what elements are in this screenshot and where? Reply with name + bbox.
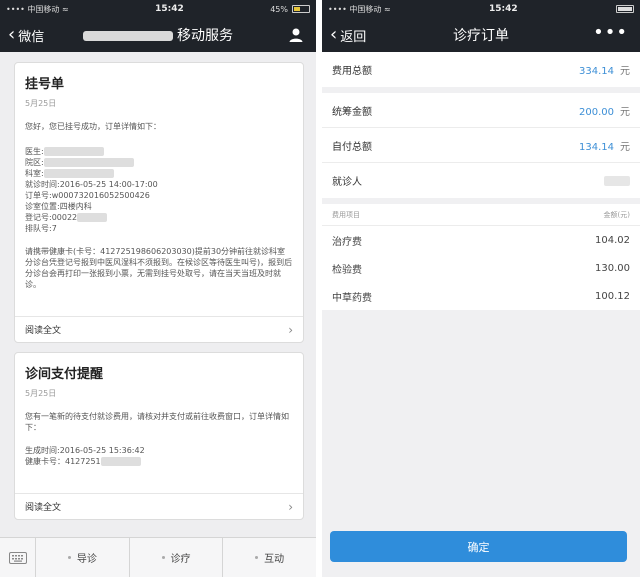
submenu-dot-icon [161, 556, 165, 559]
status-bar: •••• 中国移动 ≈ 15:42 [322, 0, 640, 18]
card-notice: 请携带健康卡(卡号：412725198606203030)提前30分钟前往就诊科… [25, 247, 293, 289]
user-icon[interactable] [288, 27, 304, 43]
fee-table-header: 费用项目 金额(元) [322, 204, 640, 226]
back-button[interactable]: ‹ 微信 [0, 26, 44, 45]
payment-reminder-card: 诊间支付提醒 5月25日 您有一笔新的待支付就诊费用，请核对并支付或前往收费窗口… [14, 352, 304, 520]
payment-section: 统筹金额 200.00 元 自付总额 134.14 元 就诊人 [322, 93, 640, 198]
fee-item-row: 中草药费 100.12 [332, 290, 630, 304]
back-label: 返回 [340, 29, 367, 45]
fee-item-row: 检验费 130.00 [332, 262, 630, 276]
redacted-patient-name [604, 175, 630, 186]
chevron-left-icon: ‹ [8, 24, 16, 45]
redacted-title-part [83, 31, 173, 41]
card-intro: 您好，您已挂号成功，订单详情如下： [25, 122, 161, 131]
menu-item-guide[interactable]: 导诊 [36, 538, 130, 577]
patient-row: 就诊人 [322, 163, 640, 198]
page-title: 移动服务 [0, 25, 316, 45]
submenu-dot-icon [67, 556, 71, 559]
status-bar: •••• 中国移动 ≈ 15:42 45% [0, 0, 316, 18]
pooled-fund-row: 统筹金额 200.00 元 [322, 93, 640, 128]
order-details: 生成时间:2016-05-25 15:36:42 健康卡号：4127251 [25, 446, 145, 466]
chevron-right-icon: › [288, 322, 293, 337]
chevron-right-icon: › [288, 499, 293, 514]
card-date: 5月25日 [25, 389, 57, 398]
more-icon[interactable]: ••• [593, 22, 628, 43]
top-nav: ‹ 微信 移动服务 [0, 18, 316, 52]
registration-card: 挂号单 5月25日 您好，您已挂号成功，订单详情如下： 医生: 院区: 科室: … [14, 62, 304, 343]
keyboard-icon [8, 551, 27, 564]
battery-percent: 45% [270, 4, 288, 14]
total-row: 费用总额 334.14 元 [332, 66, 630, 77]
right-screen: •••• 中国移动 ≈ 15:42 ‹ 返回 诊疗订单 ••• 费用总额 334… [322, 0, 640, 577]
keyboard-toggle-button[interactable] [0, 538, 36, 577]
battery-icon [291, 5, 310, 13]
bottom-menu: 导诊 诊疗 互动 [0, 537, 316, 577]
read-more-link[interactable]: 阅读全文 › [15, 316, 303, 342]
self-pay-row: 自付总额 134.14 元 [322, 128, 640, 163]
back-label: 微信 [18, 29, 45, 45]
carrier-label: •••• 中国移动 ≈ [328, 4, 391, 14]
menu-item-interact[interactable]: 互动 [223, 538, 316, 577]
left-screen: •••• 中国移动 ≈ 15:42 45% ‹ 微信 移动服务 挂号单 5月25… [0, 0, 316, 577]
submenu-dot-icon [255, 556, 259, 559]
battery-icon [615, 5, 634, 13]
order-details: 医生: 院区: 科室: 就诊时间:2016-05-25 14:00-17:00 … [25, 147, 158, 233]
card-title: 挂号单 [25, 77, 65, 92]
card-title: 诊间支付提醒 [25, 367, 104, 382]
clock: 15:42 [155, 4, 184, 14]
confirm-button[interactable]: 确定 [330, 531, 627, 562]
fee-item-row: 治疗费 104.02 [332, 234, 630, 248]
fee-items-section: 费用项目 金额(元) 治疗费 104.02 检验费 130.00 中草药费 10… [322, 204, 640, 310]
back-button[interactable]: ‹ 返回 [322, 26, 366, 45]
total-section: 费用总额 334.14 元 [322, 52, 640, 87]
card-date: 5月25日 [25, 99, 57, 108]
menu-item-treatment[interactable]: 诊疗 [130, 538, 224, 577]
carrier-label: •••• 中国移动 ≈ [6, 4, 69, 14]
clock: 15:42 [489, 4, 518, 14]
card-body: 您有一笔新的待支付就诊费用，请核对并支付或前往收费窗口，订单详情如下： [25, 412, 289, 432]
chevron-left-icon: ‹ [330, 24, 338, 45]
total-amount: 334.14 [579, 66, 614, 77]
read-more-link[interactable]: 阅读全文 › [15, 493, 303, 519]
top-nav: ‹ 返回 诊疗订单 ••• [322, 18, 640, 52]
